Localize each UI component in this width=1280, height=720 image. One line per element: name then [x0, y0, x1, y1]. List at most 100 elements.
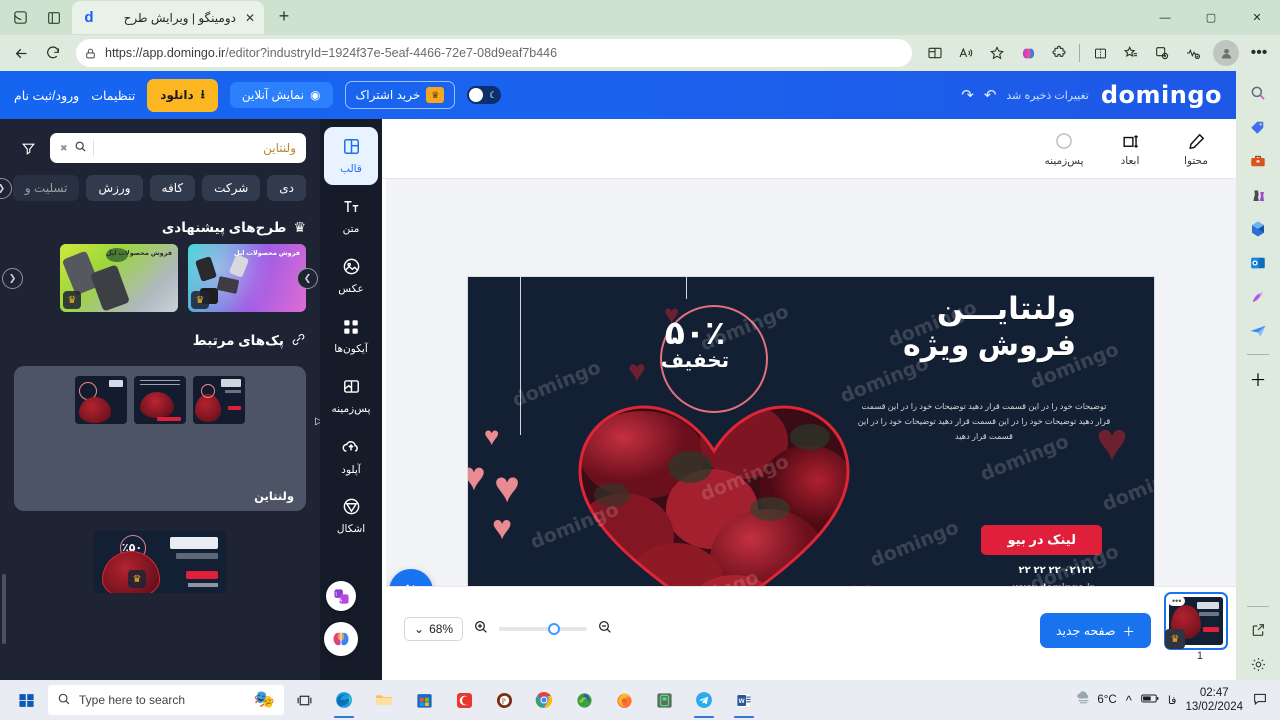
buy-subscription-button[interactable]: ♛ خرید اشتراک — [344, 81, 456, 109]
taskbar-telegram-icon[interactable] — [684, 680, 724, 720]
settings-icon[interactable] — [1242, 648, 1274, 680]
tool-shapes[interactable]: اشکال — [324, 487, 378, 545]
windows-start-icon[interactable] — [4, 680, 48, 720]
zoom-in-icon[interactable] — [473, 619, 489, 640]
online-preview-button[interactable]: ◉ نمایش آنلاین — [229, 82, 333, 108]
taskbar-terminal-icon[interactable] — [644, 680, 684, 720]
chips-prev-button[interactable]: ❮ — [0, 177, 12, 199]
design-body-text[interactable]: توضیحات خود را در این قسمت قرار دهید توض… — [854, 399, 1114, 445]
split-screen-icon[interactable] — [920, 39, 950, 67]
send-icon[interactable] — [1242, 315, 1274, 347]
search-icon[interactable] — [74, 140, 87, 156]
profile-avatar[interactable] — [1213, 40, 1239, 66]
design-title[interactable]: ولنتایـــن فروش ویژه — [903, 291, 1076, 363]
redo-icon[interactable]: ↷ — [961, 86, 974, 104]
download-button[interactable]: ⭳ دانلود — [147, 78, 218, 112]
taskbar-word-icon[interactable]: W — [724, 680, 764, 720]
favorites-icon[interactable] — [982, 39, 1012, 67]
taskbar-clock[interactable]: 02:47 13/02/2024 — [1185, 686, 1243, 715]
weather-widget[interactable]: 6°C — [1075, 690, 1117, 710]
mardi-gras-mask-icon[interactable]: 🎭 — [254, 690, 275, 710]
taskbar-edge-icon[interactable] — [324, 680, 364, 720]
subtool-background[interactable]: پس‌زمینه — [1042, 130, 1086, 167]
carousel-prev-button[interactable]: ❮ — [2, 268, 23, 289]
browser-essentials-icon[interactable] — [1178, 39, 1208, 67]
taskbar-firefox-icon[interactable] — [604, 680, 644, 720]
reload-icon[interactable] — [38, 39, 68, 67]
taskbar-store-icon[interactable] — [404, 680, 444, 720]
microsoft365-icon[interactable] — [1242, 213, 1274, 245]
zoom-out-icon[interactable] — [597, 619, 613, 640]
task-view-icon[interactable] — [284, 680, 324, 720]
taskbar-chrome-icon[interactable] — [524, 680, 564, 720]
domingo-logo[interactable]: domingo — [1101, 81, 1222, 109]
copilot-icon[interactable] — [1013, 39, 1043, 67]
canvas-area[interactable]: ♥ ♥ ♥ ♥ ♥ ♥ ♥ ♥ ♥ ♥ — [386, 179, 1236, 646]
template-card[interactable]: فروش محصولات اپل ♛ — [60, 244, 178, 312]
chip-category[interactable]: تسلیت و — [12, 175, 80, 201]
zoom-slider-knob[interactable] — [548, 623, 561, 635]
search-box[interactable]: ✖ — [50, 133, 306, 163]
design-canvas[interactable]: ♥ ♥ ♥ ♥ ♥ ♥ ♥ ♥ ♥ ♥ — [467, 276, 1155, 620]
collections-icon[interactable] — [1147, 39, 1177, 67]
browser-tab[interactable]: d دومینگو | ویرایش طرح ✕ — [72, 1, 264, 34]
shopping-icon[interactable] — [1242, 111, 1274, 143]
maximize-button[interactable]: ▢ — [1188, 0, 1234, 35]
auth-link[interactable]: ورود/ثبت نام — [14, 88, 79, 103]
tab-actions-icon[interactable] — [38, 4, 70, 32]
outlook-icon[interactable] — [1242, 247, 1274, 279]
filter-icon[interactable] — [14, 134, 42, 162]
games-icon[interactable] — [1242, 179, 1274, 211]
page-thumbnail[interactable]: ••• ♛ — [1164, 592, 1228, 650]
template-card-single[interactable]: ٪۵۰ ♛ — [94, 531, 226, 593]
extensions-icon[interactable] — [1044, 39, 1074, 67]
subtool-content[interactable]: محتوا — [1174, 130, 1218, 167]
undo-icon[interactable]: ↶ — [984, 86, 997, 104]
zoom-level-dropdown[interactable]: ⌄ 68% — [404, 617, 464, 641]
pack-thumb[interactable] — [193, 376, 245, 424]
search-input[interactable] — [99, 141, 296, 155]
panel-collapse-button[interactable]: ▷ — [308, 395, 320, 447]
minimize-button[interactable]: — — [1142, 0, 1188, 35]
tools-icon[interactable] — [1242, 145, 1274, 177]
tool-image[interactable]: عکس — [324, 247, 378, 305]
read-aloud-icon[interactable] — [951, 39, 981, 67]
add-icon[interactable]: ＋ — [1242, 362, 1274, 394]
close-icon[interactable]: ✕ — [242, 10, 258, 26]
workspaces-icon[interactable] — [4, 4, 36, 32]
panel-scrollbar[interactable] — [2, 574, 6, 644]
more-options-icon[interactable]: ••• — [1244, 39, 1274, 67]
favorites-list-icon[interactable] — [1116, 39, 1146, 67]
chip-category[interactable]: دی — [267, 175, 306, 201]
address-bar[interactable]: https://app.domingo.ir/editor?industryId… — [76, 39, 912, 67]
tool-template[interactable]: قالب — [324, 127, 378, 185]
new-page-button[interactable]: ＋ صفحه جدید — [1039, 613, 1151, 648]
search-icon[interactable] — [1242, 77, 1274, 109]
browser-split-icon[interactable] — [1085, 39, 1115, 67]
tool-text[interactable]: متن — [324, 187, 378, 245]
translate-button[interactable]: اA — [326, 581, 356, 611]
notification-icon[interactable] — [1252, 691, 1268, 710]
dark-mode-toggle[interactable]: ☾ — [467, 86, 502, 104]
taskbar-camtasia-icon[interactable] — [444, 680, 484, 720]
zoom-slider[interactable] — [499, 623, 588, 635]
chip-category[interactable]: شرکت — [202, 175, 261, 201]
ai-brain-button[interactable] — [324, 622, 358, 656]
taskbar-search[interactable]: Type here to search 🎭 — [48, 685, 284, 715]
subtool-dimensions[interactable]: ابعاد — [1108, 130, 1152, 167]
close-window-button[interactable]: ✕ — [1234, 0, 1280, 35]
pack-thumb[interactable] — [134, 376, 186, 424]
tray-expand-icon[interactable]: ^ — [1126, 693, 1132, 708]
tool-icons[interactable]: آیکون‌ها — [324, 307, 378, 365]
pack-card[interactable]: ولنتاین — [14, 366, 306, 511]
back-icon[interactable] — [6, 39, 36, 67]
design-cta-button[interactable]: لینک در بیو — [981, 525, 1102, 555]
new-tab-button[interactable]: + — [270, 2, 298, 30]
open-in-new-icon[interactable] — [1242, 614, 1274, 646]
thumbnail-menu-icon[interactable]: ••• — [1168, 596, 1186, 606]
tool-background[interactable]: پس‌زمینه — [324, 367, 378, 425]
carousel-next-button[interactable]: ❯ — [297, 268, 318, 289]
taskbar-recovery-icon[interactable] — [564, 680, 604, 720]
pack-thumb[interactable] — [75, 376, 127, 424]
clear-icon[interactable]: ✖ — [60, 143, 68, 154]
